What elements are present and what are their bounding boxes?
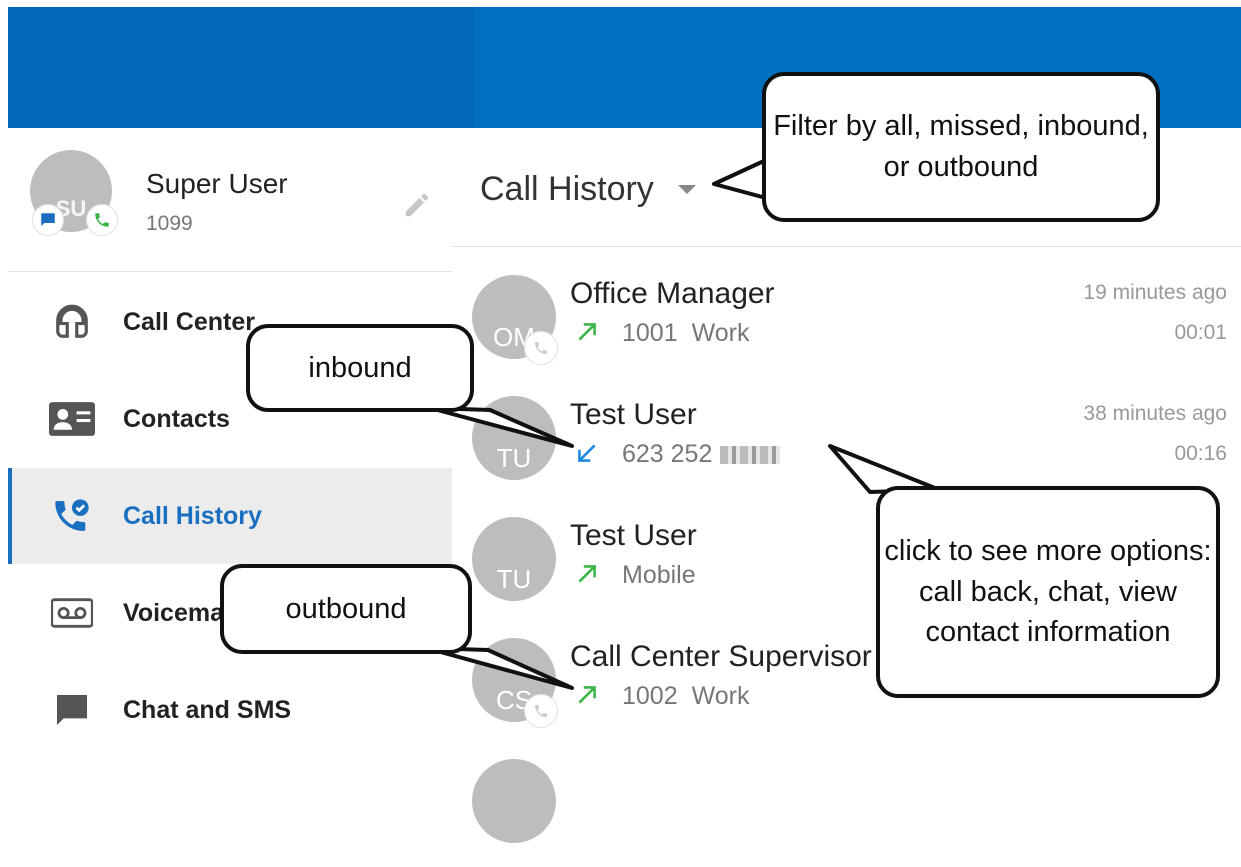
number-type: Work	[691, 682, 750, 710]
top-app-bar-left	[8, 7, 474, 128]
avatar-initials: TU	[496, 443, 532, 473]
outbound-arrow-icon	[578, 686, 596, 704]
number-type: Work	[691, 319, 750, 347]
voicemail-icon	[48, 589, 96, 637]
contact-avatar	[472, 759, 556, 843]
filter-title: Call History	[480, 170, 654, 208]
number-text: 623 252	[622, 440, 713, 468]
outbound-arrow-icon	[578, 323, 596, 341]
phone-status-icon	[524, 331, 558, 365]
sidebar-item-call-history[interactable]: Call History	[8, 468, 452, 564]
chat-status-icon	[32, 204, 64, 236]
outbound-arrow-icon	[578, 565, 596, 583]
profile-extension: 1099	[146, 212, 193, 235]
contact-card-icon	[48, 395, 96, 443]
chevron-down-icon	[677, 185, 696, 194]
caller-number: 623 252	[622, 440, 781, 469]
sidebar-item-label: Call History	[123, 501, 262, 530]
sidebar-item-label: Chat and SMS	[123, 695, 292, 724]
caller-name: Office Manager	[570, 277, 775, 310]
edit-pencil-icon[interactable]	[402, 190, 432, 225]
call-time: 19 minutes ago	[1083, 281, 1227, 304]
number-text: 1002	[622, 682, 678, 710]
profile-name: Super User	[146, 168, 288, 199]
sidebar-item-chat-sms[interactable]: Chat and SMS	[8, 662, 452, 758]
number-text: 1001	[622, 319, 678, 347]
caller-number: 1002 Work	[622, 682, 750, 711]
chat-icon	[48, 686, 96, 734]
caller-name: Test User	[570, 398, 697, 431]
inbound-arrow-icon	[578, 444, 596, 462]
callout-filter: Filter by all, missed, inbound, or outbo…	[762, 72, 1160, 222]
contact-avatar: TU	[472, 517, 556, 601]
caller-name: Test User	[570, 519, 697, 552]
call-row[interactable]	[452, 747, 1241, 867]
caller-number: Mobile	[622, 561, 696, 590]
call-row[interactable]: OM Office Manager 1001 Work 19 minutes ag…	[452, 263, 1241, 383]
sidebar-item-label: Contacts	[123, 404, 230, 433]
avatar-initials: TU	[496, 564, 532, 594]
call-duration: 00:16	[1174, 442, 1227, 465]
phone-status-icon	[86, 204, 118, 236]
call-history-icon	[48, 492, 96, 540]
caller-name: Call Center Supervisor	[570, 640, 872, 673]
callout-more-options: click to see more options: call back, ch…	[876, 486, 1220, 698]
number-type: Mobile	[622, 561, 696, 589]
redacted-digits	[720, 446, 781, 465]
active-indicator	[8, 468, 12, 564]
callout-inbound: inbound	[246, 324, 474, 412]
caller-number: 1001 Work	[622, 319, 750, 348]
call-time: 38 minutes ago	[1083, 402, 1227, 425]
callout-outbound: outbound	[220, 564, 472, 654]
contact-avatar: TU	[472, 396, 556, 480]
call-filter-dropdown[interactable]: Call History	[480, 170, 696, 209]
sidebar-item-label: Call Center	[123, 307, 255, 336]
phone-status-icon	[524, 694, 558, 728]
call-duration: 00:01	[1174, 321, 1227, 344]
user-profile: SU Super User 1099	[8, 128, 452, 272]
headset-icon	[48, 298, 96, 346]
sidebar: SU Super User 1099 Call Center Contacts …	[8, 128, 453, 761]
